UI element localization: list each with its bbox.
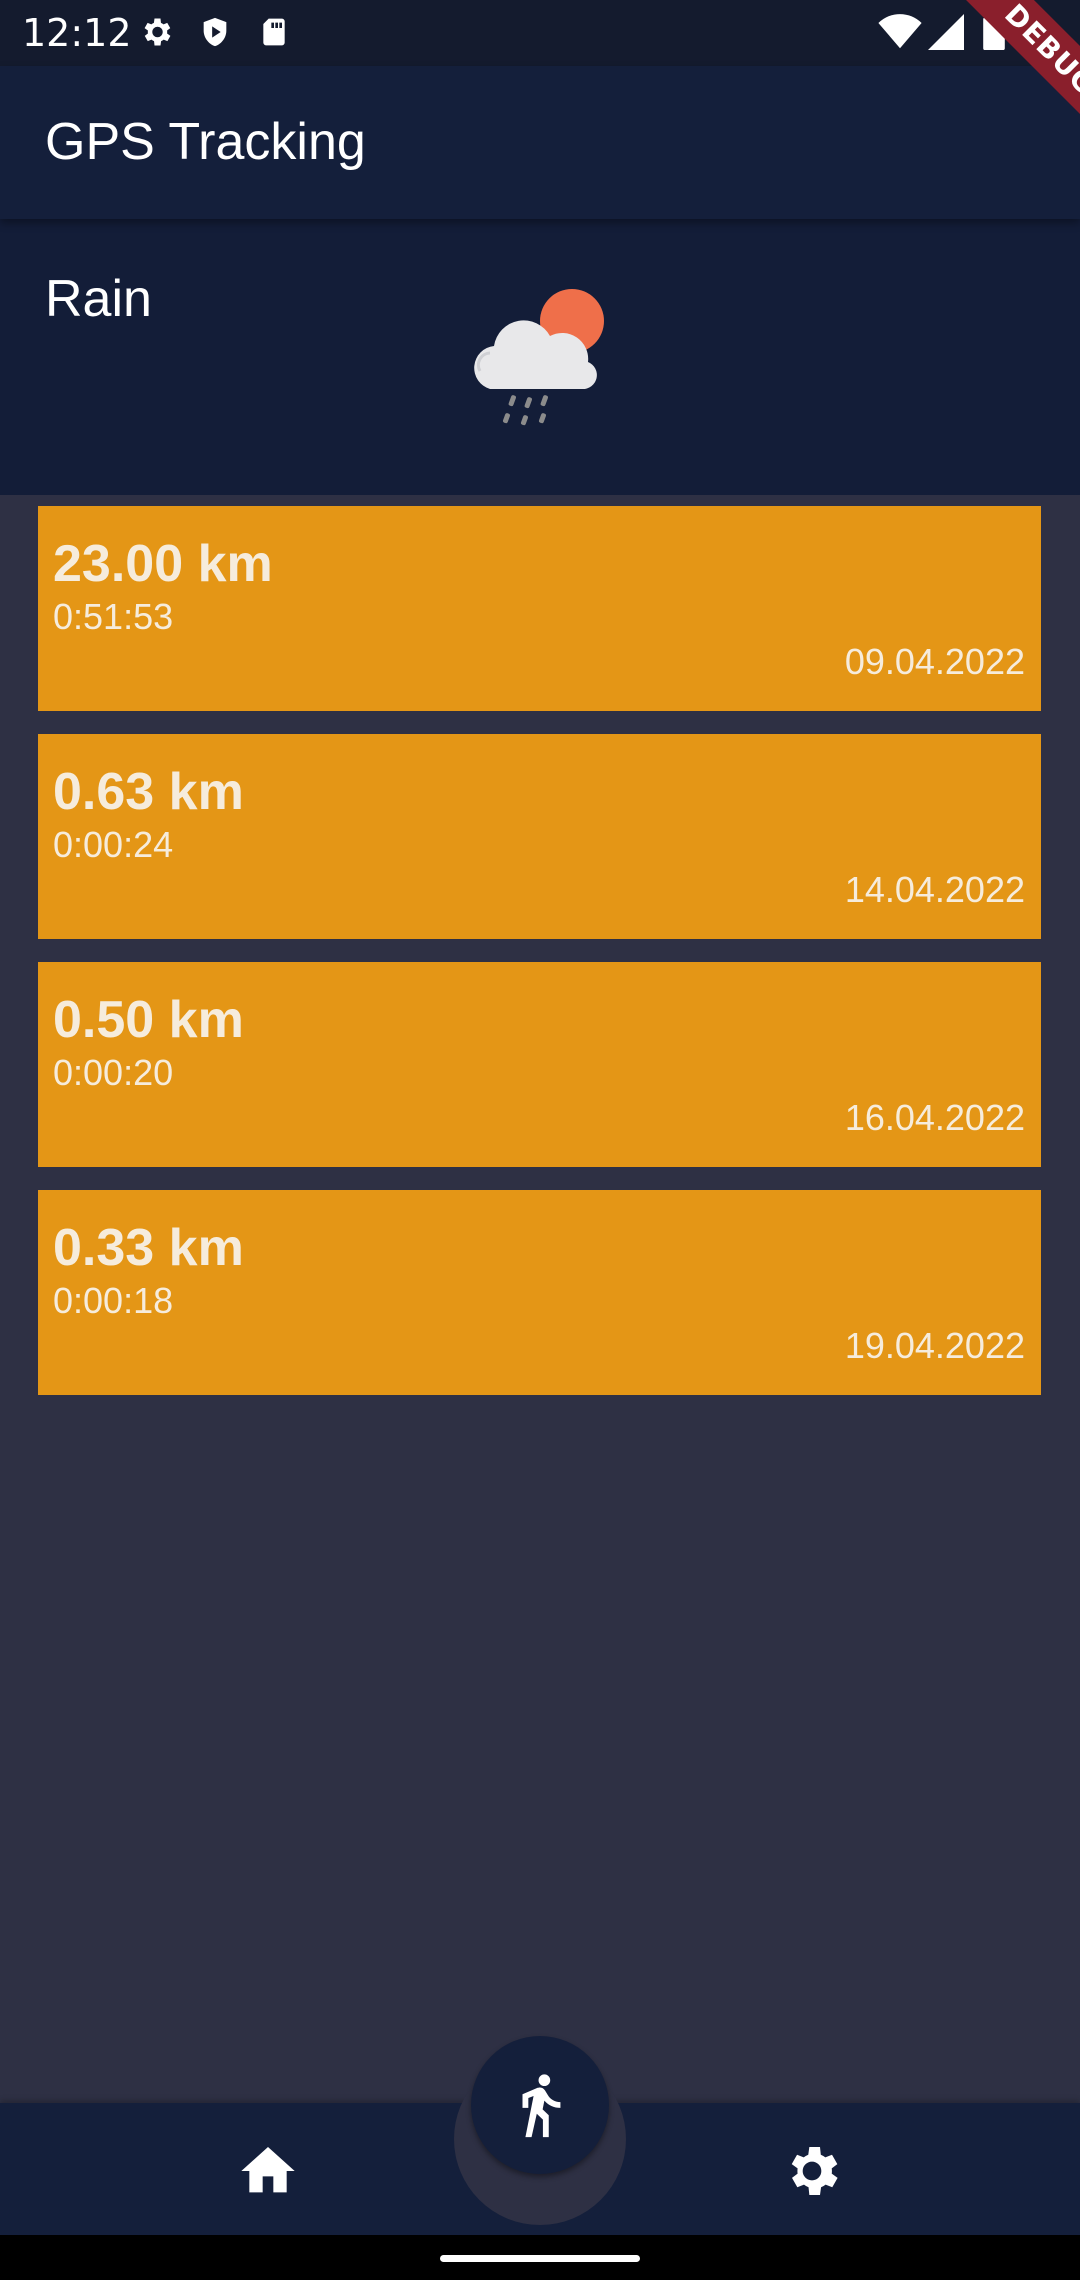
shield-icon bbox=[198, 14, 232, 55]
gear-icon bbox=[791, 2147, 838, 2195]
rain-cloud-sun-icon bbox=[460, 279, 620, 434]
track-duration: 0:00:18 bbox=[53, 1280, 174, 1321]
weather-label: Rain bbox=[45, 270, 152, 328]
track-duration: 0:00:24 bbox=[53, 824, 174, 865]
track-card[interactable]: 23.00 km 0:51:53 09.04.2022 bbox=[38, 506, 1041, 711]
track-distance: 0.33 km bbox=[53, 1219, 244, 1277]
battery-icon bbox=[982, 14, 1006, 55]
nav-home-button[interactable] bbox=[236, 2139, 300, 2203]
track-date: 16.04.2022 bbox=[844, 1097, 1025, 1138]
track-distance: 0.50 km bbox=[53, 991, 244, 1049]
app-bar: GPS Tracking bbox=[0, 66, 1080, 219]
track-list: 23.00 km 0:51:53 09.04.2022 0.63 km 0:00… bbox=[38, 506, 1041, 1418]
weather-panel: Rain bbox=[0, 219, 1080, 495]
run-icon bbox=[522, 2074, 561, 2138]
settings-icon bbox=[138, 14, 174, 55]
status-time: 12:12 bbox=[22, 11, 132, 55]
track-distance: 0.63 km bbox=[53, 763, 244, 821]
track-card[interactable]: 0.50 km 0:00:20 16.04.2022 bbox=[38, 962, 1041, 1167]
track-distance: 23.00 km bbox=[53, 535, 273, 593]
page-title: GPS Tracking bbox=[45, 113, 366, 171]
sd-card-icon bbox=[258, 14, 290, 55]
nav-settings-button[interactable] bbox=[780, 2139, 844, 2203]
gesture-bar bbox=[0, 2235, 1080, 2280]
start-run-button[interactable] bbox=[471, 2036, 609, 2174]
gesture-handle[interactable] bbox=[440, 2255, 640, 2262]
track-date: 14.04.2022 bbox=[844, 869, 1025, 910]
track-duration: 0:51:53 bbox=[53, 596, 174, 637]
signal-icon bbox=[928, 14, 964, 55]
track-date: 09.04.2022 bbox=[844, 641, 1025, 682]
status-bar: 12:12 bbox=[0, 0, 1080, 66]
home-icon bbox=[241, 2147, 295, 2193]
track-card[interactable]: 0.33 km 0:00:18 19.04.2022 bbox=[38, 1190, 1041, 1395]
wifi-icon bbox=[878, 14, 922, 55]
track-card[interactable]: 0.63 km 0:00:24 14.04.2022 bbox=[38, 734, 1041, 939]
track-duration: 0:00:20 bbox=[53, 1052, 174, 1093]
track-date: 19.04.2022 bbox=[844, 1325, 1025, 1366]
